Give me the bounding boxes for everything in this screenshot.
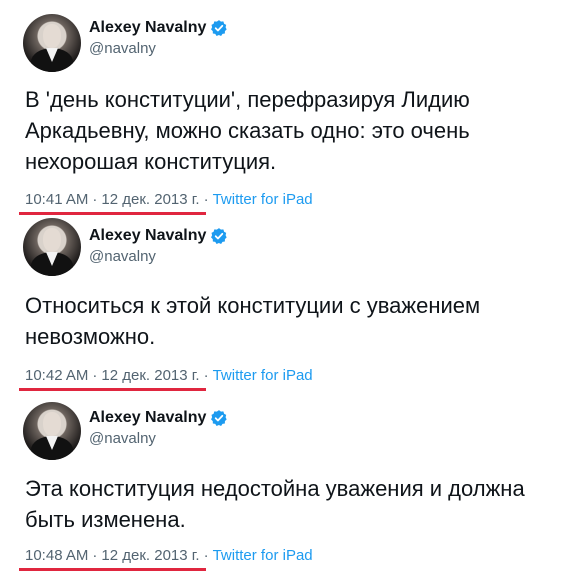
verified-badge-icon <box>211 228 228 244</box>
author-handle[interactable]: @navalny <box>89 430 156 447</box>
tweet-source[interactable]: Twitter for iPad <box>213 191 313 208</box>
meta-separator: · <box>92 367 98 384</box>
tweet-time[interactable]: 10:41 AM <box>25 191 88 208</box>
author-handle[interactable]: @navalny <box>89 248 156 265</box>
tweet-meta: 10:41 AM · 12 дек. 2013 г. · Twitter for iPa… <box>25 191 313 208</box>
author-handle[interactable]: @navalny <box>89 40 156 57</box>
avatar[interactable] <box>23 402 81 460</box>
avatar[interactable] <box>23 218 81 276</box>
author-row: Alexey Navalny <box>89 227 228 245</box>
author-name[interactable]: Alexey Navalny <box>89 409 206 427</box>
tweet-meta: 10:42 AM · 12 дек. 2013 г. · Twitter for iPa… <box>25 367 313 384</box>
author-row: Alexey Navalny <box>89 19 228 37</box>
tweet-date[interactable]: 12 дек. 2013 г. <box>101 547 199 564</box>
meta-separator: · <box>203 547 209 564</box>
tweet-date[interactable]: 12 дек. 2013 г. <box>101 367 199 384</box>
tweet-time[interactable]: 10:48 AM <box>25 547 88 564</box>
avatar[interactable] <box>23 14 81 72</box>
verified-badge-icon <box>211 410 228 426</box>
tweet-meta: 10:48 AM · 12 дек. 2013 г. · Twitter for iPa… <box>25 547 313 564</box>
tweet-text: Эта конституция недостойна уважения и до… <box>25 476 525 532</box>
meta-separator: · <box>92 191 98 208</box>
verified-badge-icon <box>211 20 228 36</box>
tweet-source[interactable]: Twitter for iPad <box>213 367 313 384</box>
author-name[interactable]: Alexey Navalny <box>89 19 206 37</box>
tweet-date[interactable]: 12 дек. 2013 г. <box>101 191 199 208</box>
tweet-source[interactable]: Twitter for iPad <box>213 547 313 564</box>
meta-separator: · <box>203 191 209 208</box>
red-underline <box>19 388 206 391</box>
meta-separator: · <box>203 367 209 384</box>
tweet-text: В 'день конституции', перефразируя Лидию… <box>25 87 470 174</box>
red-underline <box>19 568 206 571</box>
red-underline <box>19 212 206 215</box>
author-name[interactable]: Alexey Navalny <box>89 227 206 245</box>
tweet-text: Относиться к этой конституции с уважение… <box>25 293 481 349</box>
author-row: Alexey Navalny <box>89 409 228 427</box>
meta-separator: · <box>92 547 98 564</box>
tweet-time[interactable]: 10:42 AM <box>25 367 88 384</box>
